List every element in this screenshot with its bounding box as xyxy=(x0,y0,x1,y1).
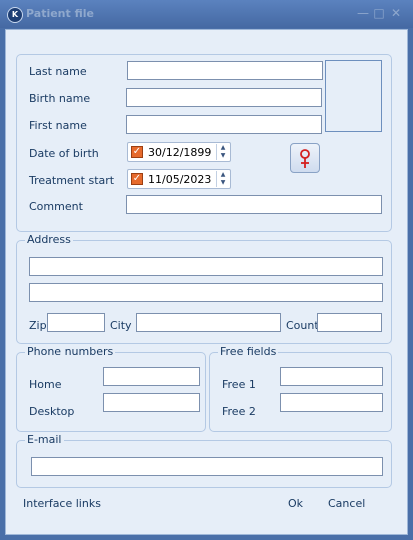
address-line2-input[interactable] xyxy=(29,283,383,302)
home-phone-label: Home xyxy=(29,378,62,391)
city-input[interactable] xyxy=(136,313,281,332)
interface-links-button[interactable]: Interface links xyxy=(23,497,101,510)
country-label: Count xyxy=(286,319,319,332)
dialog-client-area: Last name Birth name First name Date of … xyxy=(5,29,408,535)
address-line1-input[interactable] xyxy=(29,257,383,276)
dob-label: Date of birth xyxy=(29,147,99,160)
treatment-start-label: Treatment start xyxy=(29,174,115,187)
patient-photo[interactable] xyxy=(325,60,382,132)
country-input[interactable] xyxy=(317,313,382,332)
patient-file-window: K Patient file — □ ✕ Last name Birth nam… xyxy=(0,0,413,540)
dob-date-picker[interactable]: ✓ 30/12/1899 ▲ ▼ xyxy=(127,142,231,162)
dob-checkbox[interactable]: ✓ xyxy=(131,146,143,158)
treatment-start-value: 11/05/2023 xyxy=(148,173,212,186)
free2-input[interactable] xyxy=(280,393,383,412)
email-legend: E-mail xyxy=(25,433,64,446)
maximize-icon[interactable]: □ xyxy=(372,6,386,20)
window-title: Patient file xyxy=(26,7,94,20)
phone-numbers-legend: Phone numbers xyxy=(25,345,116,358)
last-name-label: Last name xyxy=(29,65,87,78)
comment-input[interactable] xyxy=(126,195,382,214)
app-logo-icon: K xyxy=(7,7,23,23)
zip-input[interactable] xyxy=(47,313,105,332)
identity-group: Last name Birth name First name Date of … xyxy=(16,54,392,232)
zip-label: Zip xyxy=(29,319,47,332)
desktop-phone-label: Desktop xyxy=(29,405,75,418)
dob-value: 30/12/1899 xyxy=(148,146,212,159)
comment-label: Comment xyxy=(29,200,83,213)
dob-spin-icon[interactable]: ▲ ▼ xyxy=(216,144,229,160)
female-symbol-icon xyxy=(300,149,310,168)
free-fields-legend: Free fields xyxy=(218,345,279,358)
first-name-input[interactable] xyxy=(126,115,322,134)
address-group: Address Zip City Count xyxy=(16,233,392,344)
free2-label: Free 2 xyxy=(222,405,256,418)
close-icon[interactable]: ✕ xyxy=(389,6,403,20)
ok-button[interactable]: Ok xyxy=(288,497,303,510)
birth-name-label: Birth name xyxy=(29,92,91,105)
title-bar[interactable]: K Patient file — □ ✕ xyxy=(0,0,413,28)
email-input[interactable] xyxy=(31,457,383,476)
email-group: E-mail xyxy=(16,433,392,488)
treatment-start-spin-icon[interactable]: ▲ ▼ xyxy=(216,171,229,187)
first-name-label: First name xyxy=(29,119,87,132)
free-fields-group: Free fields Free 1 Free 2 xyxy=(209,345,392,432)
cancel-button[interactable]: Cancel xyxy=(328,497,365,510)
last-name-input[interactable] xyxy=(127,61,323,80)
desktop-phone-input[interactable] xyxy=(103,393,200,412)
city-label: City xyxy=(110,319,132,332)
treatment-start-checkbox[interactable]: ✓ xyxy=(131,173,143,185)
free1-input[interactable] xyxy=(280,367,383,386)
minimize-icon[interactable]: — xyxy=(356,6,370,20)
gender-female-button[interactable] xyxy=(290,143,320,173)
free1-label: Free 1 xyxy=(222,378,256,391)
treatment-start-date-picker[interactable]: ✓ 11/05/2023 ▲ ▼ xyxy=(127,169,231,189)
phone-numbers-group: Phone numbers Home Desktop xyxy=(16,345,206,432)
home-phone-input[interactable] xyxy=(103,367,200,386)
birth-name-input[interactable] xyxy=(126,88,322,107)
address-legend: Address xyxy=(25,233,73,246)
